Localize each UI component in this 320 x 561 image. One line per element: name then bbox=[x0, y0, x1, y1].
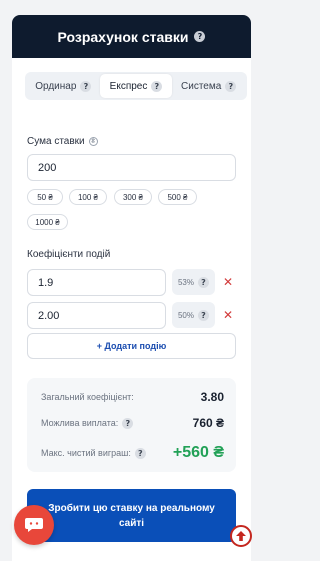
tab-system[interactable]: Система ? bbox=[172, 74, 245, 98]
help-icon[interactable]: ? bbox=[134, 447, 146, 459]
stake-label-row: Сума ставки ₴ bbox=[27, 136, 98, 147]
chat-button[interactable] bbox=[14, 505, 54, 545]
total-coefficient-label: Загальний коефіцієнт: bbox=[41, 392, 134, 402]
net-win-label: Макс. чистий виграш: bbox=[41, 448, 131, 458]
bet-calculator-card: Розрахунок ставки ? Ординар ? Експрес ? … bbox=[12, 15, 251, 561]
stake-label: Сума ставки bbox=[27, 136, 85, 147]
help-icon[interactable]: ? bbox=[80, 80, 92, 92]
total-coefficient-value: 3.80 bbox=[200, 390, 224, 404]
net-win-row: Макс. чистий виграш: ? +560 ₴ bbox=[41, 444, 224, 462]
help-icon[interactable]: ? bbox=[194, 31, 206, 42]
payout-label: Можлива виплата: bbox=[41, 418, 119, 428]
tab-single[interactable]: Ординар ? bbox=[27, 74, 100, 98]
remove-event-icon[interactable]: ✕ bbox=[223, 308, 233, 322]
event-probability-1: 53% ? bbox=[172, 269, 215, 295]
help-icon[interactable]: ? bbox=[122, 417, 134, 429]
tab-system-label: Система bbox=[181, 80, 222, 92]
quick-stake-500[interactable]: 500 ₴ bbox=[158, 189, 197, 205]
help-icon[interactable]: ? bbox=[225, 80, 237, 92]
net-win-value: +560 ₴ bbox=[172, 444, 224, 461]
calculator-title: Розрахунок ставки bbox=[57, 28, 189, 45]
remove-event-icon[interactable]: ✕ bbox=[223, 275, 233, 289]
event-odds-input-1[interactable]: 1.9 bbox=[27, 269, 166, 296]
place-bet-button[interactable]: Зробити цю ставку на реальному сайті bbox=[27, 489, 236, 542]
chat-bubble-icon bbox=[25, 518, 43, 532]
scroll-to-top-button[interactable] bbox=[230, 525, 252, 547]
tab-express-label: Експрес bbox=[109, 80, 148, 92]
help-icon[interactable]: ? bbox=[198, 309, 209, 321]
tab-single-label: Ординар bbox=[35, 80, 77, 92]
quick-stake-50[interactable]: 50 ₴ bbox=[27, 189, 63, 205]
payout-label-group: Можлива виплата: ? bbox=[41, 417, 134, 429]
bet-type-tabs: Ординар ? Експрес ? Система ? bbox=[25, 72, 247, 100]
summary-panel: Загальний коефіцієнт: 3.80 Можлива випла… bbox=[27, 378, 236, 472]
event-probability-2: 50% ? bbox=[172, 302, 215, 328]
payout-row: Можлива виплата: ? 760 ₴ bbox=[41, 416, 224, 430]
total-coefficient-row: Загальний коефіцієнт: 3.80 bbox=[41, 390, 224, 404]
event-odds-input-2[interactable]: 2.00 bbox=[27, 302, 166, 329]
probability-value: 53% bbox=[177, 277, 194, 287]
payout-value: 760 ₴ bbox=[192, 416, 224, 430]
help-icon[interactable]: ? bbox=[151, 80, 163, 92]
quick-stake-1000[interactable]: 1000 ₴ bbox=[27, 214, 68, 230]
probability-value: 50% bbox=[177, 310, 194, 320]
net-win-label-group: Макс. чистий виграш: ? bbox=[41, 447, 146, 459]
arrow-up-icon bbox=[236, 531, 246, 541]
events-label: Коефіцієнти подій bbox=[27, 249, 111, 260]
calculator-header: Розрахунок ставки ? bbox=[12, 15, 251, 58]
quick-stake-100[interactable]: 100 ₴ bbox=[69, 189, 107, 205]
add-event-button[interactable]: + Додати подію bbox=[27, 333, 236, 359]
quick-stake-300[interactable]: 300 ₴ bbox=[114, 189, 152, 205]
stake-input[interactable]: 200 bbox=[27, 154, 236, 181]
tab-express[interactable]: Експрес ? bbox=[99, 74, 173, 98]
help-icon[interactable]: ? bbox=[198, 276, 209, 288]
currency-icon: ₴ bbox=[88, 137, 98, 146]
